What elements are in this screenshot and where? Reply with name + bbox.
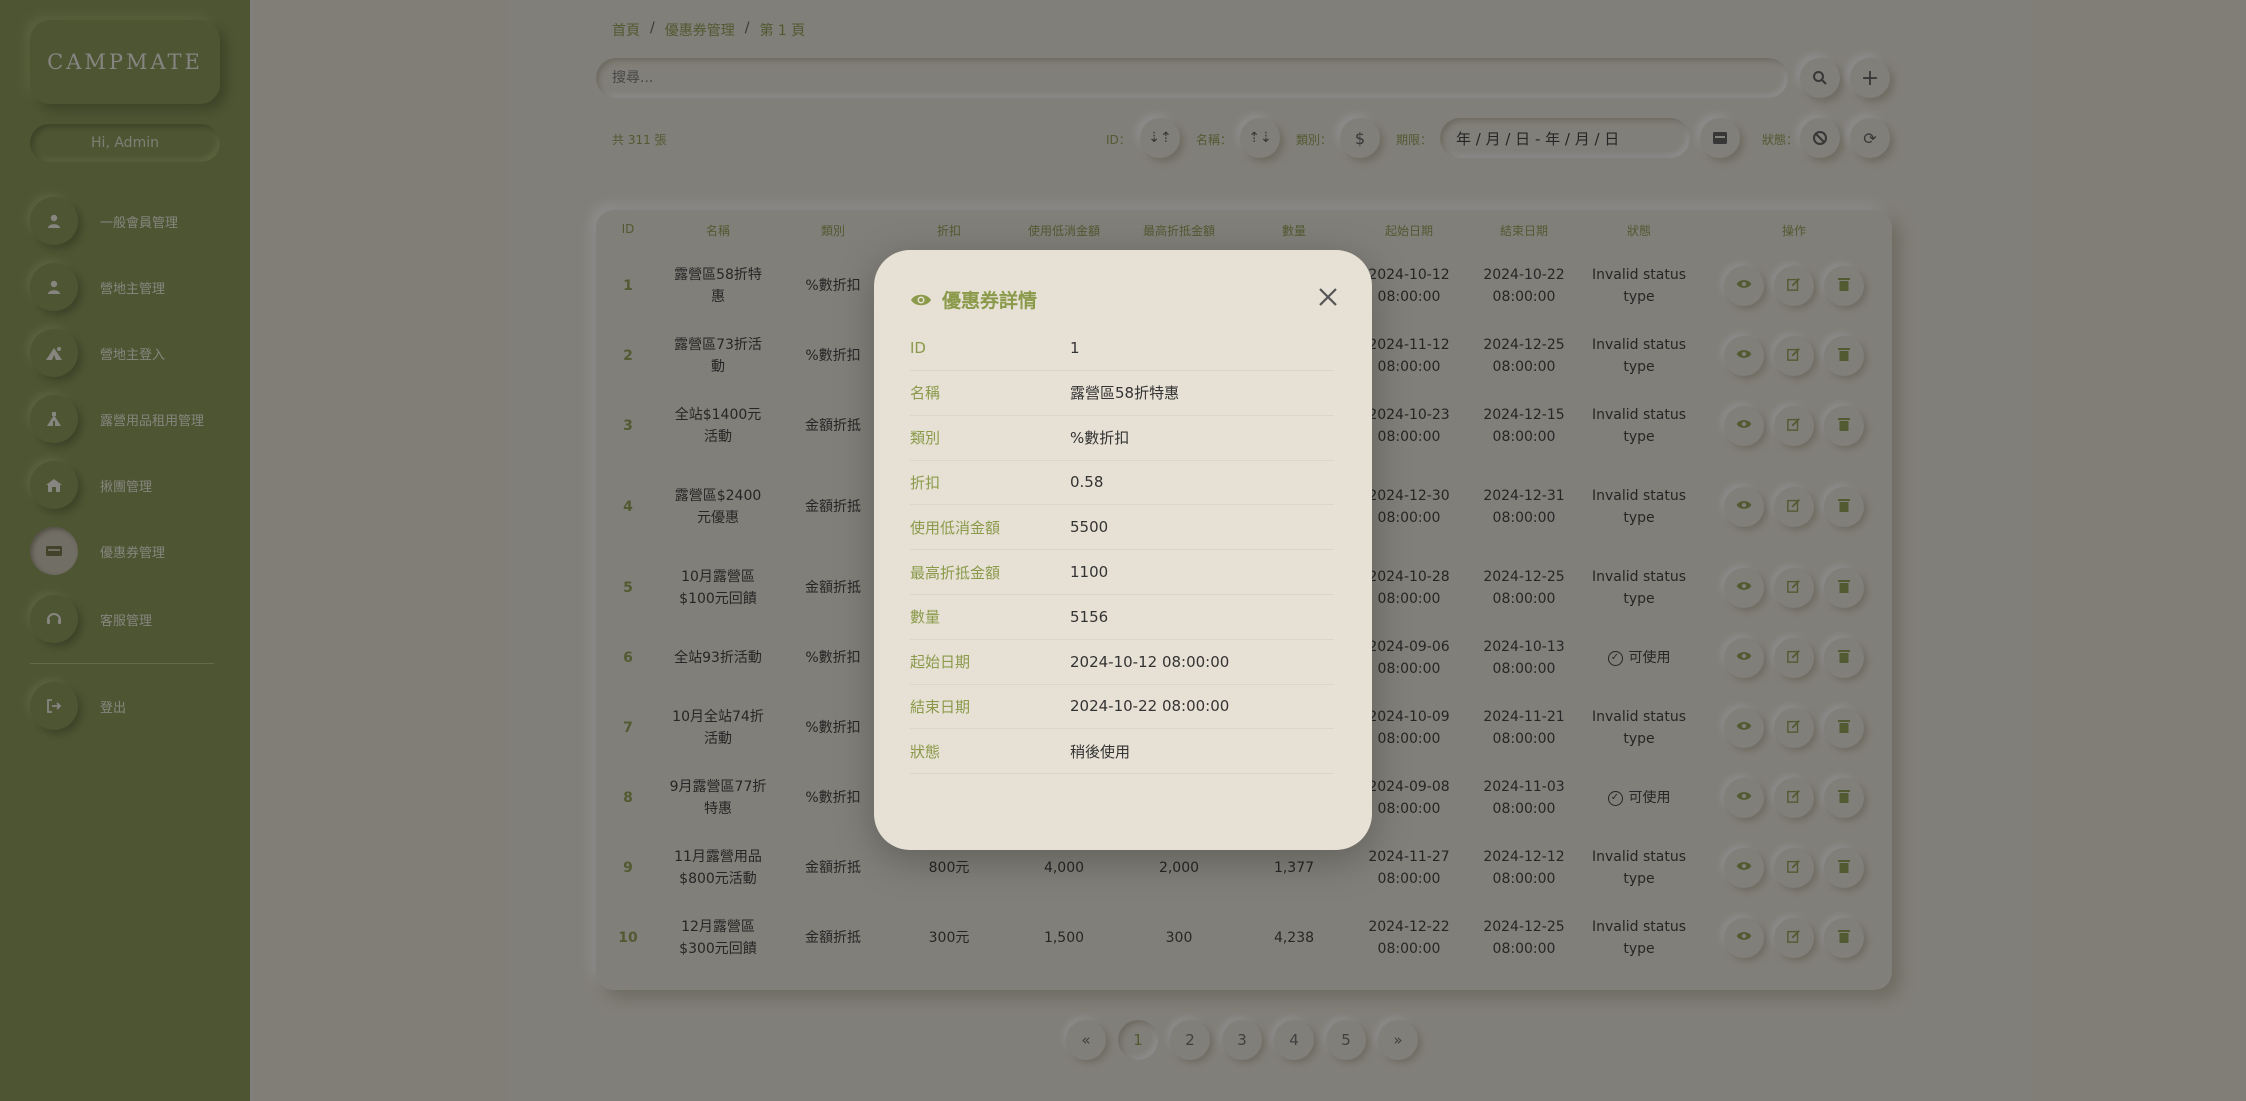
detail-row: 狀態 稍後使用	[910, 729, 1334, 775]
detail-label: 名稱	[910, 384, 941, 403]
detail-value: 1	[1070, 339, 1080, 357]
detail-row: 最高折抵金額 1100	[910, 550, 1334, 595]
detail-value: %數折扣	[1070, 429, 1130, 448]
detail-value: 稍後使用	[1070, 742, 1131, 761]
modal-title-text: 優惠券詳情	[942, 290, 1038, 312]
detail-value: 2024-10-12 08:00:00	[1070, 652, 1230, 671]
detail-row: 類別 %數折扣	[910, 416, 1334, 461]
detail-row: 數量 5156	[910, 595, 1334, 640]
detail-row: ID 1	[910, 326, 1334, 371]
detail-value: 露營區58折特惠	[1070, 384, 1180, 403]
detail-value: 0.58	[1070, 473, 1104, 492]
modal-title: 優惠券詳情	[910, 286, 1037, 313]
detail-label: 狀態	[910, 742, 941, 761]
detail-label: ID	[910, 339, 926, 357]
detail-label: 起始日期	[910, 653, 971, 672]
detail-value: 2024-10-22 08:00:00	[1070, 697, 1230, 716]
detail-row: 名稱 露營區58折特惠	[910, 371, 1334, 416]
detail-label: 結束日期	[910, 697, 971, 716]
detail-label: 使用低消金額	[910, 518, 1001, 537]
detail-label: 類別	[910, 429, 941, 448]
close-icon	[1319, 288, 1337, 306]
detail-row: 折扣 0.58	[910, 460, 1334, 506]
close-button[interactable]	[1318, 286, 1338, 312]
detail-label: 數量	[910, 608, 941, 627]
detail-label: 折扣	[910, 473, 941, 492]
detail-row: 起始日期 2024-10-12 08:00:00	[910, 640, 1334, 685]
detail-row: 結束日期 2024-10-22 08:00:00	[910, 684, 1334, 730]
detail-row: 使用低消金額 5500	[910, 505, 1334, 551]
detail-value: 1100	[1070, 563, 1109, 581]
detail-value: 5156	[1070, 607, 1109, 626]
eye-icon	[911, 294, 931, 305]
detail-label: 最高折抵金額	[910, 563, 1001, 582]
detail-value: 5500	[1070, 518, 1109, 537]
coupon-detail-modal: 優惠券詳情 ID 1 名稱 露營區58折特惠類別 %數折扣折扣 0.58 使用低消金額 550…	[874, 250, 1372, 850]
